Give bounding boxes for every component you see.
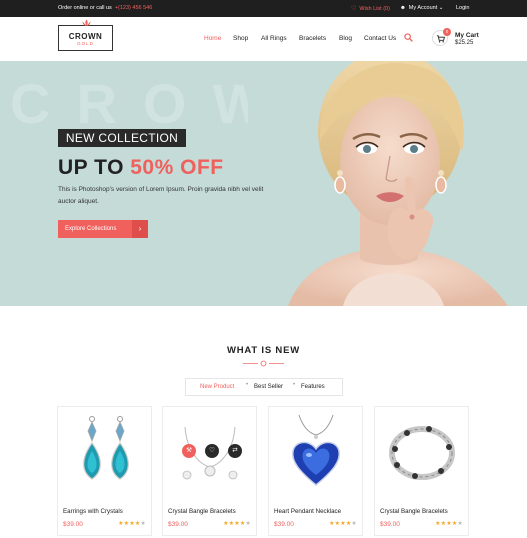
star-icon: ★★★★ (435, 521, 458, 527)
bracelet-icon (389, 426, 455, 480)
wishlist-heart-button[interactable]: ♡ (205, 444, 219, 458)
product-tabs: New Product • Best Seller • Features (185, 378, 343, 396)
cart-icon (436, 35, 445, 43)
product-price: $39.00 (63, 521, 83, 528)
crown-logo-icon (82, 19, 91, 26)
product-card[interactable]: Earrings with Crystals $39.00 ★★★★★ (57, 406, 152, 536)
heart-pendant-icon (291, 414, 341, 486)
tab-separator: • (293, 382, 296, 388)
hero-headline-discount: 50% OFF (130, 156, 224, 179)
product-name[interactable]: Earrings with Crystals (63, 508, 123, 515)
cart-total: $25.25 (455, 40, 474, 46)
heart-icon: ♡ (351, 6, 357, 12)
nav-blog[interactable]: Blog (339, 35, 352, 42)
compare-button[interactable]: ⇄ (228, 444, 242, 458)
product-name[interactable]: Crystal Bangle Bracelets (168, 508, 236, 515)
rating-stars: ★★★★★ (118, 520, 146, 527)
chevron-down-icon: ⌄ (438, 5, 444, 11)
arrow-right-icon: › (132, 220, 148, 238)
add-to-cart-button[interactable]: ⚒ (182, 444, 196, 458)
section-title: WHAT IS NEW (226, 345, 300, 356)
explore-collections-button[interactable]: Explore Collections › (58, 220, 148, 238)
rating-stars: ★★★★★ (435, 520, 463, 527)
product-name[interactable]: Crystal Bangle Bracelets (380, 508, 448, 515)
star-icon: ★★★★ (329, 521, 352, 527)
product-card[interactable]: ⚒ ♡ ⇄ Crystal Bangle Bracelets $39.00 ★★… (162, 406, 257, 536)
explore-button-label: Explore Collections (65, 226, 117, 232)
product-card[interactable]: Crystal Bangle Bracelets $39.00 ★★★★★ (374, 406, 469, 536)
hero-banner: CROWN NEW COLLECTION UP TO 50% OFF This … (0, 61, 527, 306)
rating-stars: ★★★★★ (329, 520, 357, 527)
nav-home[interactable]: Home (204, 35, 221, 42)
account-label: My Account (408, 5, 438, 11)
product-card[interactable]: Heart Pendant Necklace $39.00 ★★★★★ (268, 406, 363, 536)
account-menu[interactable]: ☻ My Account ⌄ (400, 5, 443, 11)
logo[interactable]: CROWN GOLD (58, 19, 113, 51)
order-text: Order online or call us (58, 5, 112, 11)
cart-label[interactable]: My Cart (455, 32, 479, 39)
top-bar: Order online or call us +(123) 456 546 ♡ W… (0, 0, 527, 17)
tab-best-seller[interactable]: Best Seller (254, 384, 283, 390)
star-icon: ★★★★ (118, 521, 141, 527)
divider-ornament-icon (243, 360, 284, 367)
tab-features[interactable]: Features (301, 384, 325, 390)
order-info: Order online or call us +(123) 456 546 (58, 5, 152, 11)
model-portrait-image (248, 61, 527, 306)
rating-stars: ★★★★★ (223, 520, 251, 527)
product-price: $39.00 (274, 521, 294, 528)
nav-contact-us[interactable]: Contact Us (364, 35, 396, 42)
nav-shop[interactable]: Shop (233, 35, 248, 42)
star-icon: ★★★★ (223, 521, 246, 527)
hero-headline: UP TO 50% OFF (58, 156, 224, 180)
cart-count-badge: 0 (443, 28, 451, 36)
phone-link[interactable]: +(123) 456 546 (115, 5, 152, 11)
tab-new-product[interactable]: New Product (200, 384, 234, 390)
product-price: $39.00 (380, 521, 400, 528)
nav-bracelets[interactable]: Bracelets (299, 35, 326, 42)
product-quick-actions: ⚒ ♡ ⇄ (182, 444, 242, 458)
wishlist-label: Wish List (0) (359, 6, 390, 12)
star-icon: ★ (245, 521, 251, 527)
wishlist-link[interactable]: ♡ Wish List (0) (351, 5, 390, 12)
user-icon: ☻ (400, 5, 406, 11)
nav-all-rings[interactable]: All Rings (261, 35, 287, 42)
hero-description: This is Photoshop's version of Lorem Ips… (58, 186, 264, 205)
login-link[interactable]: Login (456, 5, 469, 11)
header: CROWN GOLD Home Shop All Rings Bracelets… (0, 17, 527, 61)
product-price: $39.00 (168, 521, 188, 528)
hero-headline-prefix: UP TO (58, 156, 131, 179)
logo-text: CROWN (68, 32, 103, 41)
search-icon[interactable] (404, 33, 413, 42)
product-name[interactable]: Heart Pendant Necklace (274, 508, 341, 515)
new-collection-badge: NEW COLLECTION (58, 129, 186, 147)
star-icon: ★ (140, 521, 146, 527)
tab-separator: • (246, 382, 249, 388)
star-icon: ★ (457, 521, 463, 527)
earrings-icon (83, 416, 129, 480)
logo-subtext: GOLD (77, 41, 94, 46)
star-icon: ★ (351, 521, 357, 527)
